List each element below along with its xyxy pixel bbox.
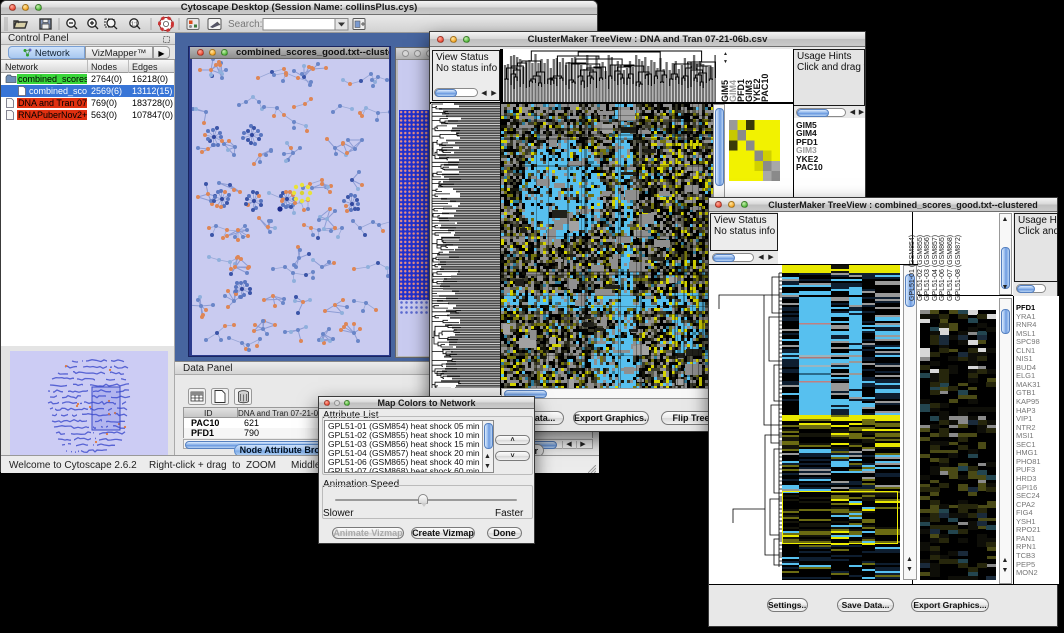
svg-text:Search:: Search: [228, 19, 262, 30]
